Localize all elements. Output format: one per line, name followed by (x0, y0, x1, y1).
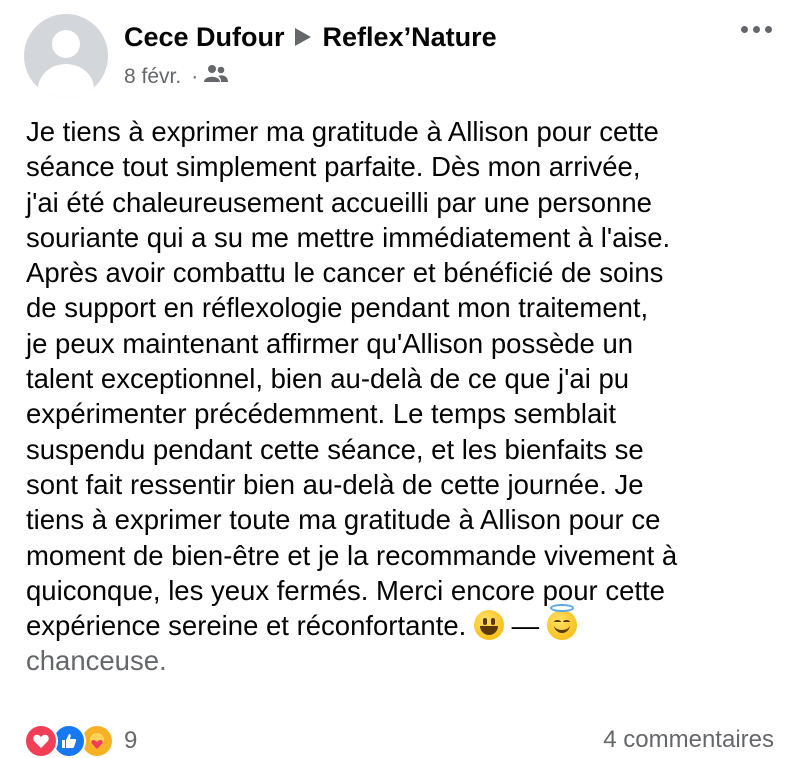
more-dot (753, 26, 760, 33)
post-line: souriante qui a su me mettre immédiateme… (26, 221, 671, 253)
post-line: quiconque, les yeux fermés. Merci encore… (26, 574, 665, 606)
post-header: Cece Dufour Reflex’Nature 8 févr. · (0, 0, 800, 100)
post-line: de support en réflexologie pendant mon t… (26, 292, 649, 324)
play-arrow-icon (294, 22, 311, 53)
post-line: séance tout simplement parfaite. Dès mon… (26, 151, 641, 183)
post-text: Je tiens à exprimer ma gratitude à Allis… (26, 114, 786, 679)
post-line: suspendu pendant cette séance, et les bi… (26, 433, 644, 465)
post-date[interactable]: 8 févr. (124, 65, 181, 89)
meta-separator: · (191, 65, 199, 88)
more-dot (765, 26, 772, 33)
comments-count-link[interactable]: 4 commentaires (603, 726, 774, 754)
post-footer: 9 4 commentaires (0, 716, 800, 758)
avatar[interactable] (24, 14, 108, 98)
more-options-icon[interactable] (741, 26, 772, 33)
post-line: expérimenter précédemment. Le temps semb… (26, 398, 616, 430)
target-page-name[interactable]: Reflex’Nature (323, 22, 497, 53)
feeling-dash: — (511, 610, 540, 642)
post-meta: 8 févr. · (124, 64, 229, 90)
feeling-text[interactable]: chanceuse. (26, 643, 786, 678)
reaction-count: 9 (124, 727, 138, 754)
post-line: moment de bien-être et je la recommande … (26, 539, 678, 571)
more-dot (741, 26, 748, 33)
avatar-body (38, 64, 94, 98)
avatar-head (52, 30, 80, 58)
post-line: Je tiens à exprimer ma gratitude à Allis… (26, 116, 659, 147)
reactions-summary[interactable]: 9 (24, 724, 137, 758)
post-line: tiens à exprimer toute ma gratitude à Al… (26, 504, 661, 536)
post-line: sont fait ressentir bien au-delà de cett… (26, 468, 644, 500)
post-line: Après avoir combattu le cancer et bénéfi… (26, 257, 664, 289)
post-last-line: expérience sereine et réconfortante. — (26, 604, 786, 643)
post-line: j'ai été chaleureusement accueilli par u… (26, 186, 652, 218)
love-reaction-icon (24, 724, 58, 758)
author-name[interactable]: Cece Dufour (124, 22, 285, 53)
post-title: Cece Dufour Reflex’Nature (124, 22, 497, 53)
smiling-face-with-halo-emoji (546, 604, 577, 641)
friends-icon[interactable] (204, 64, 229, 90)
post-line-text: expérience sereine et réconfortante. (26, 610, 467, 642)
post-line: je peux maintenant affirmer qu'Allison p… (26, 327, 634, 359)
post-line: talent exceptionnel, bien au-delà de ce … (26, 363, 630, 395)
grinning-face-emoji (473, 610, 504, 641)
